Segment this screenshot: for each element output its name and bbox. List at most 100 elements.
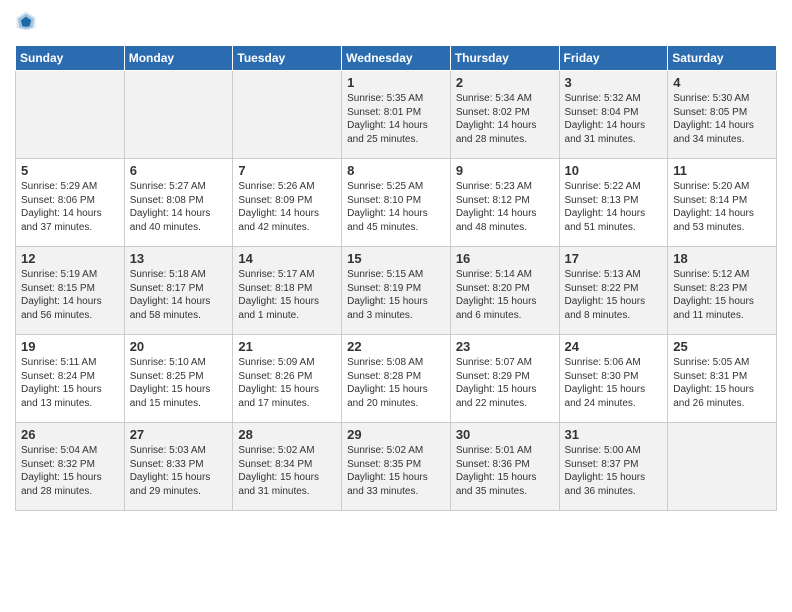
- day-info: Sunrise: 5:22 AM Sunset: 8:13 PM Dayligh…: [565, 180, 663, 234]
- logo: [15, 10, 41, 37]
- calendar-cell: 21 Sunrise: 5:09 AM Sunset: 8:26 PM Dayli…: [233, 335, 342, 423]
- calendar-cell: 3 Sunrise: 5:32 AM Sunset: 8:04 PM Daylig…: [559, 71, 668, 159]
- day-info: Sunrise: 5:05 AM Sunset: 8:31 PM Dayligh…: [673, 356, 771, 410]
- day-number: 12: [21, 251, 119, 266]
- day-info: Sunrise: 5:04 AM Sunset: 8:32 PM Dayligh…: [21, 444, 119, 498]
- calendar-cell: [124, 71, 233, 159]
- calendar-cell: 23 Sunrise: 5:07 AM Sunset: 8:29 PM Dayli…: [450, 335, 559, 423]
- calendar-cell: 13 Sunrise: 5:18 AM Sunset: 8:17 PM Dayli…: [124, 247, 233, 335]
- weekday-header-friday: Friday: [559, 46, 668, 71]
- calendar-cell: 22Sunrise: 5:08 AM Sunset: 8:28 PM Dayli…: [342, 335, 451, 423]
- day-number: 6: [130, 163, 228, 178]
- calendar-cell: 1Sunrise: 5:35 AM Sunset: 8:01 PM Daylig…: [342, 71, 451, 159]
- day-info: Sunrise: 5:29 AM Sunset: 8:06 PM Dayligh…: [21, 180, 119, 234]
- day-number: 17: [565, 251, 663, 266]
- day-info: Sunrise: 5:02 AM Sunset: 8:35 PM Dayligh…: [347, 444, 445, 498]
- weekday-header-wednesday: Wednesday: [342, 46, 451, 71]
- calendar-cell: 8Sunrise: 5:25 AM Sunset: 8:10 PM Daylig…: [342, 159, 451, 247]
- day-number: 27: [130, 427, 228, 442]
- day-info: Sunrise: 5:19 AM Sunset: 8:15 PM Dayligh…: [21, 268, 119, 322]
- calendar-table: SundayMondayTuesdayWednesdayThursdayFrid…: [15, 45, 777, 511]
- day-number: 11: [673, 163, 771, 178]
- day-info: Sunrise: 5:07 AM Sunset: 8:29 PM Dayligh…: [456, 356, 554, 410]
- calendar-cell: 5 Sunrise: 5:29 AM Sunset: 8:06 PM Daylig…: [16, 159, 125, 247]
- day-number: 7: [238, 163, 336, 178]
- day-number: 23: [456, 339, 554, 354]
- calendar-cell: 25 Sunrise: 5:05 AM Sunset: 8:31 PM Dayli…: [668, 335, 777, 423]
- day-info: Sunrise: 5:11 AM Sunset: 8:24 PM Dayligh…: [21, 356, 119, 410]
- calendar-cell: 18Sunrise: 5:12 AM Sunset: 8:23 PM Dayli…: [668, 247, 777, 335]
- day-info: Sunrise: 5:27 AM Sunset: 8:08 PM Dayligh…: [130, 180, 228, 234]
- calendar-cell: 16Sunrise: 5:14 AM Sunset: 8:20 PM Dayli…: [450, 247, 559, 335]
- day-number: 25: [673, 339, 771, 354]
- day-info: Sunrise: 5:09 AM Sunset: 8:26 PM Dayligh…: [238, 356, 336, 410]
- calendar-cell: 28 Sunrise: 5:02 AM Sunset: 8:34 PM Dayli…: [233, 423, 342, 511]
- day-info: Sunrise: 5:00 AM Sunset: 8:37 PM Dayligh…: [565, 444, 663, 498]
- day-info: Sunrise: 5:06 AM Sunset: 8:30 PM Dayligh…: [565, 356, 663, 410]
- calendar-cell: 15 Sunrise: 5:15 AM Sunset: 8:19 PM Dayli…: [342, 247, 451, 335]
- day-info: Sunrise: 5:17 AM Sunset: 8:18 PM Dayligh…: [238, 268, 336, 322]
- calendar-cell: 6 Sunrise: 5:27 AM Sunset: 8:08 PM Daylig…: [124, 159, 233, 247]
- weekday-header-saturday: Saturday: [668, 46, 777, 71]
- day-number: 20: [130, 339, 228, 354]
- day-number: 19: [21, 339, 119, 354]
- calendar-cell: 31 Sunrise: 5:00 AM Sunset: 8:37 PM Dayli…: [559, 423, 668, 511]
- calendar-cell: 9 Sunrise: 5:23 AM Sunset: 8:12 PM Daylig…: [450, 159, 559, 247]
- day-number: 3: [565, 75, 663, 90]
- logo-icon: [15, 10, 37, 37]
- day-info: Sunrise: 5:26 AM Sunset: 8:09 PM Dayligh…: [238, 180, 336, 234]
- day-number: 29: [347, 427, 445, 442]
- calendar-cell: 4 Sunrise: 5:30 AM Sunset: 8:05 PM Daylig…: [668, 71, 777, 159]
- calendar-cell: [16, 71, 125, 159]
- weekday-header-tuesday: Tuesday: [233, 46, 342, 71]
- day-info: Sunrise: 5:01 AM Sunset: 8:36 PM Dayligh…: [456, 444, 554, 498]
- day-info: Sunrise: 5:30 AM Sunset: 8:05 PM Dayligh…: [673, 92, 771, 146]
- day-number: 5: [21, 163, 119, 178]
- day-number: 8: [347, 163, 445, 178]
- calendar-cell: 30 Sunrise: 5:01 AM Sunset: 8:36 PM Dayli…: [450, 423, 559, 511]
- day-number: 9: [456, 163, 554, 178]
- day-number: 4: [673, 75, 771, 90]
- calendar-cell: 14 Sunrise: 5:17 AM Sunset: 8:18 PM Dayli…: [233, 247, 342, 335]
- calendar-cell: 7 Sunrise: 5:26 AM Sunset: 8:09 PM Daylig…: [233, 159, 342, 247]
- day-number: 10: [565, 163, 663, 178]
- calendar-cell: 29 Sunrise: 5:02 AM Sunset: 8:35 PM Dayli…: [342, 423, 451, 511]
- calendar-cell: 12 Sunrise: 5:19 AM Sunset: 8:15 PM Dayli…: [16, 247, 125, 335]
- day-info: Sunrise: 5:23 AM Sunset: 8:12 PM Dayligh…: [456, 180, 554, 234]
- day-number: 26: [21, 427, 119, 442]
- day-number: 18: [673, 251, 771, 266]
- calendar-cell: 27 Sunrise: 5:03 AM Sunset: 8:33 PM Dayli…: [124, 423, 233, 511]
- day-info: Sunrise: 5:02 AM Sunset: 8:34 PM Dayligh…: [238, 444, 336, 498]
- weekday-header-thursday: Thursday: [450, 46, 559, 71]
- day-info: Sunrise: 5:03 AM Sunset: 8:33 PM Dayligh…: [130, 444, 228, 498]
- calendar-cell: 11Sunrise: 5:20 AM Sunset: 8:14 PM Dayli…: [668, 159, 777, 247]
- calendar-cell: 10 Sunrise: 5:22 AM Sunset: 8:13 PM Dayli…: [559, 159, 668, 247]
- day-info: Sunrise: 5:13 AM Sunset: 8:22 PM Dayligh…: [565, 268, 663, 322]
- calendar-cell: 2 Sunrise: 5:34 AM Sunset: 8:02 PM Daylig…: [450, 71, 559, 159]
- day-number: 15: [347, 251, 445, 266]
- day-number: 31: [565, 427, 663, 442]
- calendar-cell: [233, 71, 342, 159]
- day-number: 28: [238, 427, 336, 442]
- day-number: 16: [456, 251, 554, 266]
- page-header: [15, 10, 777, 37]
- calendar-cell: 20 Sunrise: 5:10 AM Sunset: 8:25 PM Dayli…: [124, 335, 233, 423]
- weekday-header-monday: Monday: [124, 46, 233, 71]
- day-number: 30: [456, 427, 554, 442]
- day-info: Sunrise: 5:10 AM Sunset: 8:25 PM Dayligh…: [130, 356, 228, 410]
- day-number: 14: [238, 251, 336, 266]
- day-number: 22: [347, 339, 445, 354]
- day-info: Sunrise: 5:34 AM Sunset: 8:02 PM Dayligh…: [456, 92, 554, 146]
- day-number: 21: [238, 339, 336, 354]
- day-info: Sunrise: 5:35 AM Sunset: 8:01 PM Dayligh…: [347, 92, 445, 146]
- day-info: Sunrise: 5:15 AM Sunset: 8:19 PM Dayligh…: [347, 268, 445, 322]
- weekday-header-sunday: Sunday: [16, 46, 125, 71]
- calendar-cell: 19 Sunrise: 5:11 AM Sunset: 8:24 PM Dayli…: [16, 335, 125, 423]
- calendar-cell: 17 Sunrise: 5:13 AM Sunset: 8:22 PM Dayli…: [559, 247, 668, 335]
- calendar-cell: 26 Sunrise: 5:04 AM Sunset: 8:32 PM Dayli…: [16, 423, 125, 511]
- day-info: Sunrise: 5:18 AM Sunset: 8:17 PM Dayligh…: [130, 268, 228, 322]
- day-number: 13: [130, 251, 228, 266]
- day-number: 24: [565, 339, 663, 354]
- day-number: 2: [456, 75, 554, 90]
- day-info: Sunrise: 5:32 AM Sunset: 8:04 PM Dayligh…: [565, 92, 663, 146]
